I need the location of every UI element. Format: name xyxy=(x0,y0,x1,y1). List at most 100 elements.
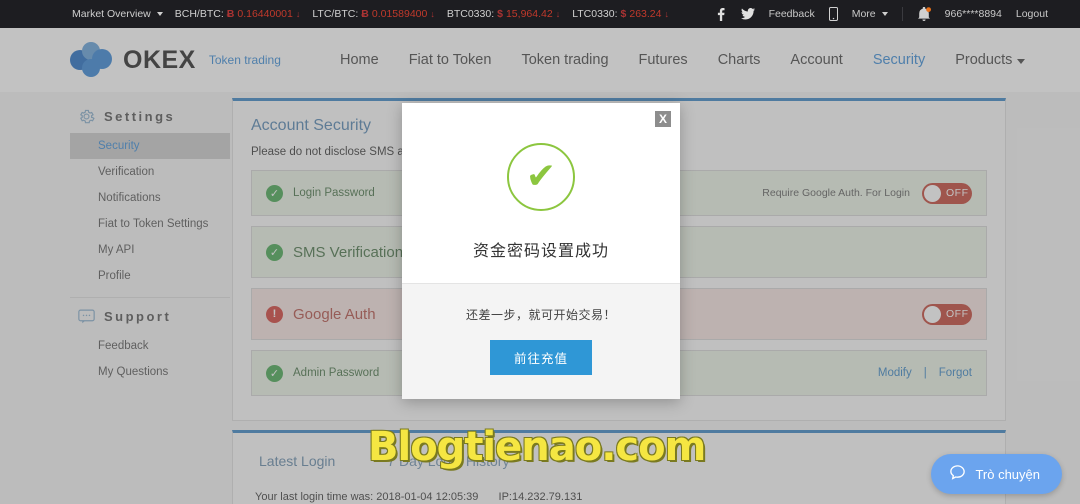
link-divider: | xyxy=(923,367,927,379)
success-modal: X ✔ 资金密码设置成功 还差一步，就可开始交易！ 前往充值 xyxy=(402,103,680,399)
nav-item-futures[interactable]: Futures xyxy=(639,52,688,68)
login-history-panel: Latest Login 7 Day Login History Your la… xyxy=(232,430,1006,504)
chevron-down-icon xyxy=(156,12,163,16)
more-label: More xyxy=(851,8,876,20)
market-overview-dropdown[interactable]: Market Overview xyxy=(72,8,163,20)
ticker-pair-label: BCH/BTC: xyxy=(174,8,224,20)
row-label: Google Auth xyxy=(293,305,376,323)
currency-symbol: Ƀ xyxy=(226,8,235,20)
logout-link[interactable]: Logout xyxy=(1016,8,1048,20)
google-auth-toggle[interactable]: OFF xyxy=(922,303,972,325)
forgot-link[interactable]: Forgot xyxy=(939,367,972,379)
row-label: Login Password xyxy=(293,187,375,199)
ticker-pair-label: LTC/BTC: xyxy=(312,8,359,20)
check-circle-icon: ✓ xyxy=(266,243,283,261)
nav-item-account[interactable]: Account xyxy=(790,52,842,68)
top-ticker-bar: Market Overview BCH/BTC: Ƀ 0.16440001 ↓ … xyxy=(0,0,1080,28)
sidebar-item-my-api[interactable]: My API xyxy=(70,237,230,263)
check-mark-icon: ✔ xyxy=(507,143,575,211)
ticker-right-actions: Feedback More 966****8894 Logout xyxy=(715,7,1048,21)
facebook-icon[interactable] xyxy=(715,7,727,21)
sidebar-item-feedback[interactable]: Feedback xyxy=(70,333,230,359)
tab-latest-login[interactable]: Latest Login xyxy=(233,447,361,479)
page-root: Market Overview BCH/BTC: Ƀ 0.16440001 ↓ … xyxy=(0,0,1080,504)
last-login-info: Your last login time was: 2018-01-04 12:… xyxy=(233,479,1005,503)
sidebar-item-verification[interactable]: Verification xyxy=(70,159,230,185)
sidebar-group-title: Support xyxy=(104,309,172,324)
check-glyph: ✔ xyxy=(525,154,557,196)
chat-bubble-icon xyxy=(78,308,95,325)
currency-symbol: $ xyxy=(620,8,627,20)
more-dropdown[interactable]: More xyxy=(852,8,888,20)
currency-symbol: $ xyxy=(497,8,503,20)
account-phone-label[interactable]: 966****8894 xyxy=(945,8,1002,20)
logo-text: OKEX xyxy=(123,45,196,74)
close-icon[interactable]: X xyxy=(654,110,672,128)
gear-icon xyxy=(78,108,95,125)
chat-widget-button[interactable]: Trò chuyện xyxy=(931,454,1062,494)
mobile-icon[interactable] xyxy=(828,7,838,21)
arrow-down-icon: ↓ xyxy=(555,9,561,19)
sidebar-divider xyxy=(70,297,230,298)
exclamation-circle-icon: ! xyxy=(266,305,283,323)
logo[interactable]: OKEX Token trading xyxy=(70,42,281,78)
nav-item-charts[interactable]: Charts xyxy=(718,52,761,68)
sidebar-group-title: Settings xyxy=(104,109,176,124)
row-label: Admin Password xyxy=(293,367,380,379)
sidebar-item-security[interactable]: Security xyxy=(70,133,230,159)
nav-item-security[interactable]: Security xyxy=(873,52,925,68)
arrow-down-icon: ↓ xyxy=(430,9,435,19)
site-header: OKEX Token trading Home Fiat to Token To… xyxy=(0,28,1080,92)
divider xyxy=(901,7,903,21)
sidebar-item-my-questions[interactable]: My Questions xyxy=(70,359,230,385)
chat-widget-label: Trò chuyện xyxy=(975,466,1040,482)
ticker-price: 0.16440001 xyxy=(237,8,293,20)
ticker-item[interactable]: BTC0330: $ 15,964.42 ↓ xyxy=(447,8,560,20)
logo-subtitle: Token trading xyxy=(208,53,281,67)
modal-footer: 还差一步，就可开始交易！ 前往充值 xyxy=(402,283,680,399)
last-login-ip: IP:14.232.79.131 xyxy=(498,491,583,503)
ticker-quotes: Market Overview BCH/BTC: Ƀ 0.16440001 ↓ … xyxy=(72,8,669,20)
nav-item-products[interactable]: Products xyxy=(955,52,1026,68)
bell-icon[interactable] xyxy=(917,7,931,21)
ticker-item[interactable]: LTC0330: $ 263.24 ↓ xyxy=(572,8,669,20)
ticker-price: 0.01589400 xyxy=(371,8,428,20)
sidebar-item-profile[interactable]: Profile xyxy=(70,263,230,289)
tab-7-day-login-history[interactable]: 7 Day Login History xyxy=(361,447,535,479)
sidebar-item-notifications[interactable]: Notifications xyxy=(70,185,230,211)
market-overview-label: Market Overview xyxy=(72,8,151,20)
toggle-state-label: OFF xyxy=(945,187,969,199)
modal-body: ✔ 资金密码设置成功 xyxy=(402,103,680,283)
go-to-deposit-button[interactable]: 前往充值 xyxy=(489,340,592,375)
sidebar: Settings Security Verification Notificat… xyxy=(70,102,230,385)
nav-item-home[interactable]: Home xyxy=(340,52,379,68)
ticker-item[interactable]: LTC/BTC: Ƀ 0.01589400 ↓ xyxy=(312,8,434,20)
okex-logo-icon xyxy=(70,42,114,78)
chevron-down-icon xyxy=(881,12,888,16)
sidebar-group-support: Support xyxy=(70,302,230,333)
nav-item-products-label: Products xyxy=(955,52,1013,68)
row-label: SMS Verification xyxy=(293,243,404,261)
nav-item-token-trading[interactable]: Token trading xyxy=(521,52,608,68)
feedback-link[interactable]: Feedback xyxy=(769,8,815,20)
require-google-auth-toggle[interactable]: OFF xyxy=(921,182,972,204)
sidebar-item-fiat-to-token-settings[interactable]: Fiat to Token Settings xyxy=(70,211,230,237)
toggle-knob xyxy=(924,305,941,323)
ticker-item[interactable]: BCH/BTC: Ƀ 0.16440001 ↓ xyxy=(175,8,301,20)
ticker-price: 15,964.42 xyxy=(505,8,553,20)
chat-bubble-icon xyxy=(949,464,966,484)
chevron-down-icon xyxy=(1017,59,1026,64)
main-nav: Home Fiat to Token Token trading Futures… xyxy=(340,28,1026,92)
ticker-pair-label: LTC0330: xyxy=(572,8,618,20)
require-google-auth-label: Require Google Auth. For Login xyxy=(762,187,910,199)
login-tabs: Latest Login 7 Day Login History xyxy=(233,433,1005,479)
ticker-pair-label: BTC0330: xyxy=(446,8,495,20)
modal-subtitle: 还差一步，就可开始交易！ xyxy=(465,308,616,322)
toggle-state-label: OFF xyxy=(946,308,969,320)
nav-item-fiat-to-token[interactable]: Fiat to Token xyxy=(409,52,492,68)
twitter-icon[interactable] xyxy=(740,8,755,20)
arrow-down-icon: ↓ xyxy=(664,9,670,19)
modify-link[interactable]: Modify xyxy=(878,367,912,379)
toggle-knob xyxy=(923,184,941,202)
sidebar-group-settings: Settings xyxy=(70,102,230,133)
